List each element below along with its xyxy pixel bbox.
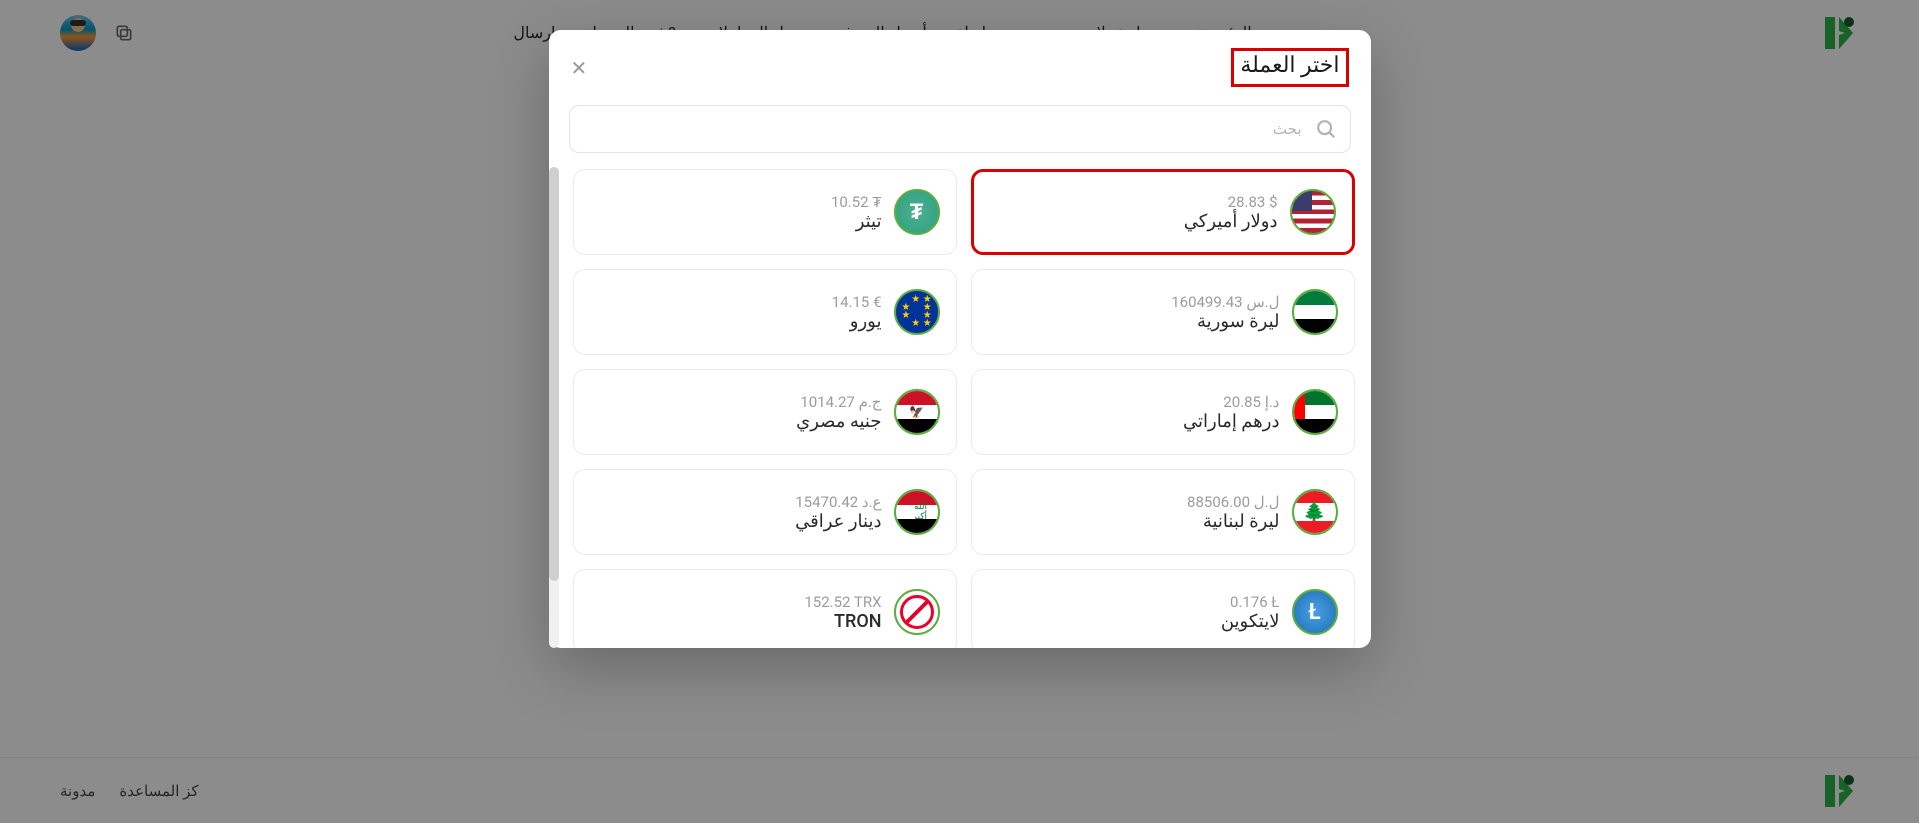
currency-card-usdt[interactable]: 10.52 ₮تيثر xyxy=(573,169,957,255)
close-icon[interactable]: ✕ xyxy=(571,56,588,80)
currency-amount: 0.176 Ł xyxy=(1230,593,1279,611)
modal-title: اختر العملة xyxy=(1231,48,1348,87)
currency-name: ليرة لبنانية xyxy=(1203,511,1280,532)
currency-card-eur[interactable]: 14.15 €يورو xyxy=(573,269,957,355)
currency-amount: 1014.27 ج.م xyxy=(800,393,881,411)
currency-card-aed[interactable]: 20.85 د.إدرهم إماراتي xyxy=(971,369,1355,455)
currency-name: TRON xyxy=(834,611,881,632)
currency-amount: 88506.00 ل.ل xyxy=(1187,493,1279,511)
currency-name: يورو xyxy=(850,311,882,332)
currency-name: جنيه مصري xyxy=(796,411,881,432)
currency-grid: 28.83 $دولار أميركي10.52 ₮تيثر160499.43 … xyxy=(559,167,1371,648)
search-field-wrap xyxy=(569,105,1351,153)
currency-name: لايتكوين xyxy=(1221,611,1280,632)
flag-icon-eur xyxy=(894,289,940,335)
currency-amount: 28.83 $ xyxy=(1228,193,1278,211)
search-input[interactable] xyxy=(569,105,1351,153)
currency-card-egp[interactable]: 🦅 1014.27 ج.مجنيه مصري xyxy=(573,369,957,455)
currency-picker-modal: اختر العملة ✕ 28.83 $دولار أميركي10.52 ₮… xyxy=(549,30,1371,648)
flag-icon-lbp: 🌲 xyxy=(1292,489,1338,535)
currency-name: ليرة سورية xyxy=(1197,311,1280,332)
flag-icon-ltc xyxy=(1292,589,1338,635)
currency-card-us[interactable]: 28.83 $دولار أميركي xyxy=(971,169,1355,255)
search-icon xyxy=(1315,118,1337,140)
flag-icon-trx xyxy=(894,589,940,635)
currency-amount: 152.52 TRX xyxy=(804,593,881,611)
flag-icon-usdt xyxy=(894,189,940,235)
flag-icon-aed xyxy=(1292,389,1338,435)
currency-card-syp[interactable]: 160499.43 ل.سليرة سورية xyxy=(971,269,1355,355)
currency-amount: 15470.42 ع.د xyxy=(795,493,881,511)
currency-card-lbp[interactable]: 🌲 88506.00 ل.لليرة لبنانية xyxy=(971,469,1355,555)
currency-amount: 14.15 € xyxy=(832,293,882,311)
currency-amount: 20.85 د.إ xyxy=(1223,393,1279,411)
currency-card-trx[interactable]: 152.52 TRXTRON xyxy=(573,569,957,648)
flag-icon-egp: 🦅 xyxy=(894,389,940,435)
currency-amount: 160499.43 ل.س xyxy=(1171,293,1279,311)
currency-card-iqd[interactable]: الله أكبر 15470.42 ع.ددينار عراقي xyxy=(573,469,957,555)
flag-icon-us xyxy=(1290,189,1336,235)
currency-amount: 10.52 ₮ xyxy=(831,193,882,211)
flag-icon-iqd: الله أكبر xyxy=(894,489,940,535)
currency-card-ltc[interactable]: 0.176 Łلايتكوين xyxy=(971,569,1355,648)
currency-name: دولار أميركي xyxy=(1184,211,1278,232)
currency-name: دينار عراقي xyxy=(795,511,881,532)
scrollbar[interactable] xyxy=(549,167,559,648)
currency-name: درهم إماراتي xyxy=(1183,411,1280,432)
currency-name: تيثر xyxy=(856,211,882,232)
flag-icon-syp xyxy=(1292,289,1338,335)
